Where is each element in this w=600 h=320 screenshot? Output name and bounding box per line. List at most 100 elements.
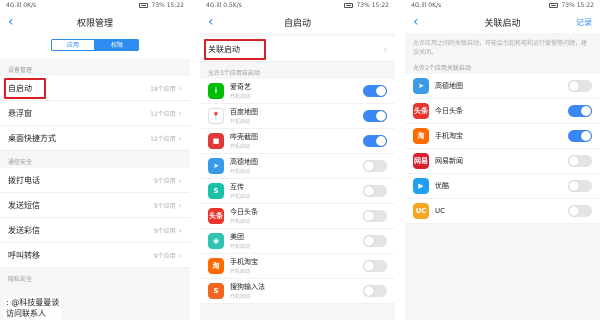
toggle-switch[interactable] xyxy=(363,260,387,272)
battery-time: 73% 15:22 xyxy=(151,2,184,9)
app-name: 今日头条 xyxy=(435,107,463,115)
chevron-right-icon: › xyxy=(178,108,182,118)
linked-startup-screen: 4G.ill 0K/s 73% 15:22 ‹ 关联启动 记录 允许应用之间的关… xyxy=(405,0,600,320)
app-row: ➤ 高德地图开机启动 xyxy=(200,154,395,179)
chevron-right-icon: › xyxy=(178,133,182,143)
app-row: 淘手机淘宝 开机启动 xyxy=(200,254,395,279)
app-row: S 搜狗输入法 开机启动 xyxy=(200,279,395,304)
tab-permissions[interactable]: 权限 xyxy=(95,39,139,51)
highlight-box xyxy=(204,39,266,60)
linked-startup-description: 允许应用之间的关联启动，可能会引起耗电和运行缓慢等问题，建议关闭。 xyxy=(405,33,600,63)
nav-bar: ‹ 权限管理 xyxy=(0,11,190,33)
back-chevron-icon[interactable]: ‹ xyxy=(8,14,14,30)
toggle-switch[interactable] xyxy=(363,135,387,147)
row-floating-window[interactable]: 悬浮窗 12个应用 › xyxy=(0,101,190,126)
toggle-switch[interactable] xyxy=(363,160,387,172)
app-row: 头条 今日头条 开机启动 xyxy=(200,204,395,229)
chevron-right-icon: › xyxy=(383,44,387,54)
row-count: 9个应用 xyxy=(153,252,176,260)
row-send-mms[interactable]: 发送彩信 9个应用 › xyxy=(0,218,190,243)
toggle-switch[interactable] xyxy=(363,110,387,122)
row-call-forwarding[interactable]: 呼叫转移 9个应用 › xyxy=(0,243,190,268)
row-access-contacts[interactable]: 访问联系人 xyxy=(6,308,59,319)
battery-icon xyxy=(344,3,354,8)
app-subtitle: 开机启动 xyxy=(230,269,251,275)
app-text: 高德地图 xyxy=(435,81,568,91)
back-chevron-icon[interactable]: ‹ xyxy=(208,14,214,30)
row-make-call[interactable]: 拨打电话 9个应用 › xyxy=(0,168,190,193)
toggle-switch[interactable] xyxy=(568,180,592,192)
toggle-switch[interactable] xyxy=(363,285,387,297)
toggle-switch[interactable] xyxy=(568,130,592,142)
back-chevron-icon[interactable]: ‹ xyxy=(413,14,419,30)
screenshot-app-icon: ■ xyxy=(208,133,224,149)
app-subtitle: 开机启动 xyxy=(230,244,251,250)
chevron-right-icon: › xyxy=(178,250,182,260)
taobao-icon: 淘 xyxy=(413,128,429,144)
app-text: 哔壳截图 开机启动 xyxy=(230,132,363,150)
app-name: 搜狗输入法 xyxy=(230,283,265,291)
page-title: 关联启动 xyxy=(484,18,521,29)
toggle-switch[interactable] xyxy=(568,80,592,92)
app-text: 互传 开机启动 xyxy=(230,182,363,200)
app-text: 今日头条 xyxy=(435,106,568,116)
app-subtitle: 开机启动 xyxy=(230,194,251,200)
row-label: 呼叫转移 xyxy=(8,250,40,260)
page-title: 自启动 xyxy=(283,18,311,29)
app-row: 📍 百度地图 开机启动 xyxy=(200,104,395,129)
uc-browser-icon: UC xyxy=(413,203,429,219)
app-row: ■ 哔壳截图 开机启动 xyxy=(200,129,395,154)
app-name: 今日头条 xyxy=(230,208,258,216)
app-subtitle: 开机启动 xyxy=(230,219,251,225)
toggle-switch[interactable] xyxy=(568,105,592,117)
network-status: 4G.ill 0K/s xyxy=(411,2,442,9)
app-text: 优酷 xyxy=(435,181,568,191)
toggle-switch[interactable] xyxy=(363,210,387,222)
nav-bar: ‹ 自启动 xyxy=(200,11,395,33)
section-autostart-count: 允许3个应用自启动 xyxy=(208,70,260,77)
row-count: 12个应用 xyxy=(150,110,176,118)
taobao-icon: 淘 xyxy=(208,258,224,274)
app-text: 今日头条 开机启动 xyxy=(230,207,363,225)
toggle-switch[interactable] xyxy=(568,155,592,167)
meituan-icon: ◉ xyxy=(208,233,224,249)
netease-news-icon: 网易 xyxy=(413,153,429,169)
autostart-screen: 4G.ill 0.5K/s 73% 15:22 ‹ 自启动 关联启动 › 允许3… xyxy=(200,0,395,320)
app-row: ▶ 优酷 xyxy=(405,174,600,199)
records-button[interactable]: 记录 xyxy=(576,17,592,28)
sogou-icon: S xyxy=(208,283,224,299)
app-subtitle: 开机启动 xyxy=(230,169,251,175)
amap-icon: ➤ xyxy=(208,158,224,174)
row-label: 桌面快捷方式 xyxy=(8,133,56,143)
app-row: UC UC xyxy=(405,199,600,224)
toggle-switch[interactable] xyxy=(568,205,592,217)
watermark-text: : @科技曼曼谈 xyxy=(6,298,60,307)
chevron-right-icon: › xyxy=(178,200,182,210)
app-subtitle: 开机启动 xyxy=(230,94,251,100)
battery-time: 73% 15:22 xyxy=(561,2,594,9)
toggle-switch[interactable] xyxy=(363,85,387,97)
row-send-sms[interactable]: 发送短信 9个应用 › xyxy=(0,193,190,218)
chevron-right-icon: › xyxy=(178,83,182,93)
app-subtitle: 开机启动 xyxy=(230,119,251,125)
app-subtitle: 开机启动 xyxy=(230,144,251,150)
tab-apps[interactable]: 应用 xyxy=(51,39,95,51)
toggle-switch[interactable] xyxy=(363,235,387,247)
app-text: 手机淘宝 xyxy=(435,131,568,141)
linked-app-list: ➤ 高德地图 头条 今日头条淘手机淘宝 网易 网易新闻 ▶ 优酷 UC UC xyxy=(405,74,600,224)
row-label: 发送短信 xyxy=(8,200,40,210)
section-communication-security: 通信安全 xyxy=(8,159,33,166)
share-app-icon: S xyxy=(208,183,224,199)
row-linked-startup[interactable]: 关联启动 › xyxy=(200,37,395,62)
status-bar: 4G.ill 0K/s 73% 15:22 xyxy=(0,0,190,11)
row-count: 9个应用 xyxy=(153,227,176,235)
row-desktop-shortcut[interactable]: 桌面快捷方式 12个应用 › xyxy=(0,126,190,151)
row-autostart[interactable]: 自启动 18个应用 › xyxy=(0,76,190,101)
app-row: S 互传 开机启动 xyxy=(200,179,395,204)
app-text: 百度地图 开机启动 xyxy=(230,107,363,125)
app-row: 淘手机淘宝 xyxy=(405,124,600,149)
app-row: 网易 网易新闻 xyxy=(405,149,600,174)
toggle-switch[interactable] xyxy=(363,185,387,197)
app-row: i 爱奇艺 开机启动 xyxy=(200,79,395,104)
app-name: 高德地图 xyxy=(230,158,258,166)
